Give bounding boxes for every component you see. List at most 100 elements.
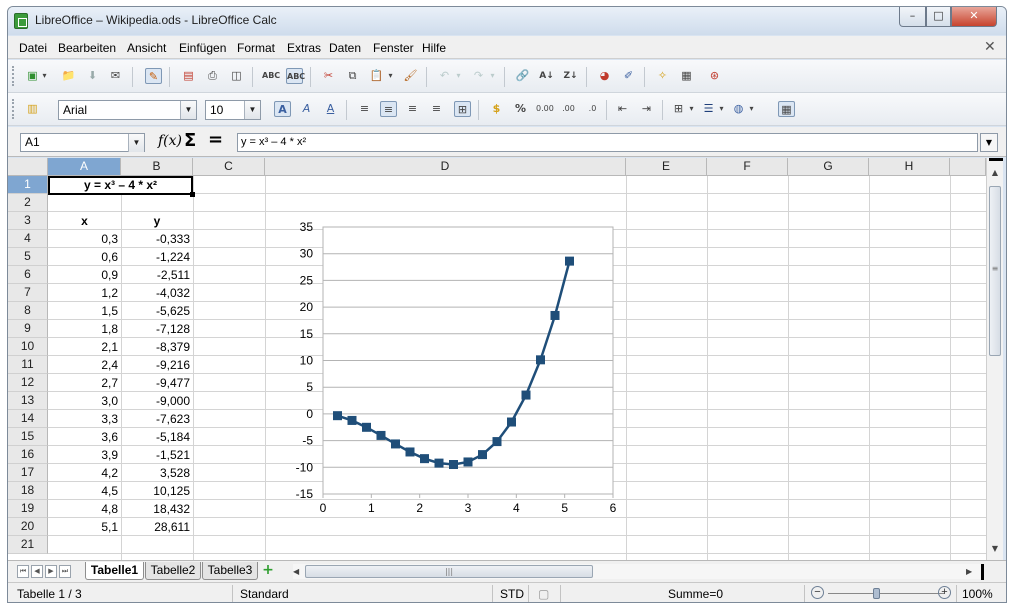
y-value-cell[interactable]: -8,379: [121, 338, 193, 356]
scroll-up-icon[interactable]: ▲: [987, 168, 1003, 182]
select-all-corner[interactable]: [8, 158, 48, 176]
line-style-icon[interactable]: ☰: [700, 101, 717, 117]
menu-einfuegen[interactable]: Einfügen: [179, 41, 226, 55]
justify-icon[interactable]: ≡: [428, 101, 445, 117]
new-document-icon[interactable]: ▣: [24, 68, 41, 84]
align-right-icon[interactable]: ≡: [404, 101, 421, 117]
function-icon[interactable]: =: [208, 129, 223, 150]
x-value-cell[interactable]: 2,7: [48, 374, 121, 392]
row-header-7[interactable]: 7: [8, 284, 48, 302]
cell-a3-x-header[interactable]: x: [48, 212, 121, 230]
x-value-cell[interactable]: 3,6: [48, 428, 121, 446]
row-header-5[interactable]: 5: [8, 248, 48, 266]
status-page-style[interactable]: Standard: [240, 587, 289, 601]
toolbar-grip[interactable]: [12, 66, 15, 86]
column-header-a[interactable]: A: [48, 158, 121, 176]
status-selection-mode[interactable]: STD: [500, 587, 524, 601]
edit-file-icon[interactable]: ✎: [145, 68, 162, 84]
underline-icon[interactable]: A: [322, 101, 339, 117]
clone-formatting-icon[interactable]: 🖌: [402, 68, 419, 84]
print-icon[interactable]: ⎙: [204, 68, 221, 84]
column-header-partial[interactable]: [950, 158, 986, 176]
italic-icon[interactable]: A: [298, 101, 315, 117]
menu-datei[interactable]: Datei: [19, 41, 47, 55]
row-header-12[interactable]: 12: [8, 374, 48, 392]
borders-dropdown-icon[interactable]: ▾: [687, 101, 696, 117]
row-header-18[interactable]: 18: [8, 482, 48, 500]
add-decimal-icon[interactable]: .00: [560, 101, 577, 117]
y-value-cell[interactable]: -9,477: [121, 374, 193, 392]
align-center-icon[interactable]: ≡: [380, 101, 397, 117]
paste-dropdown-icon[interactable]: ▾: [386, 68, 395, 84]
new-dropdown-icon[interactable]: ▾: [40, 68, 49, 84]
row-header-3[interactable]: 3: [8, 212, 48, 230]
tab-tabelle1[interactable]: Tabelle1: [85, 562, 144, 580]
borders-icon[interactable]: ⊞: [670, 101, 687, 117]
column-header-c[interactable]: C: [193, 158, 265, 176]
scroll-down-icon[interactable]: ▼: [987, 544, 1003, 558]
row-header-8[interactable]: 8: [8, 302, 48, 320]
row-header-20[interactable]: 20: [8, 518, 48, 536]
close-window-button[interactable]: ✕: [951, 7, 997, 27]
cut-icon[interactable]: ✂: [320, 68, 337, 84]
show-draw-functions-icon[interactable]: ✐: [620, 68, 637, 84]
y-value-cell[interactable]: -5,625: [121, 302, 193, 320]
x-value-cell[interactable]: 5,1: [48, 518, 121, 536]
column-header-d[interactable]: D: [265, 158, 626, 176]
chevron-down-icon[interactable]: ▼: [128, 134, 144, 152]
paste-icon[interactable]: 📋: [368, 68, 385, 84]
tab-tabelle3[interactable]: Tabelle3: [202, 562, 258, 580]
first-sheet-icon[interactable]: ⏮: [17, 565, 29, 578]
x-value-cell[interactable]: 0,6: [48, 248, 121, 266]
next-sheet-icon[interactable]: ▶: [45, 565, 57, 578]
y-value-cell[interactable]: 28,611: [121, 518, 193, 536]
spellcheck-icon[interactable]: ABC: [262, 68, 280, 84]
hyperlink-icon[interactable]: 🔗: [514, 68, 531, 84]
undo-icon[interactable]: ↶: [436, 68, 453, 84]
background-color-dropdown-icon[interactable]: ▾: [747, 101, 756, 117]
menu-daten[interactable]: Daten: [329, 41, 361, 55]
zoom-slider-thumb[interactable]: [873, 588, 880, 599]
row-header-13[interactable]: 13: [8, 392, 48, 410]
column-header-g[interactable]: G: [788, 158, 869, 176]
sort-ascending-icon[interactable]: A↓: [538, 68, 555, 84]
add-sheet-button[interactable]: +: [260, 563, 276, 579]
navigator-icon[interactable]: ✧: [654, 68, 671, 84]
insert-chart-icon[interactable]: ◕: [596, 68, 613, 84]
x-value-cell[interactable]: 2,4: [48, 356, 121, 374]
zoom-in-button[interactable]: +: [938, 586, 951, 599]
standard-format-icon[interactable]: 0.00: [536, 101, 554, 117]
vertical-split-handle[interactable]: [989, 158, 1003, 161]
row-header-10[interactable]: 10: [8, 338, 48, 356]
x-value-cell[interactable]: 3,0: [48, 392, 121, 410]
row-header-11[interactable]: 11: [8, 356, 48, 374]
x-value-cell[interactable]: 1,8: [48, 320, 121, 338]
y-value-cell[interactable]: -5,184: [121, 428, 193, 446]
percent-format-icon[interactable]: %: [512, 101, 529, 117]
row-header-6[interactable]: 6: [8, 266, 48, 284]
row-header-16[interactable]: 16: [8, 446, 48, 464]
previous-sheet-icon[interactable]: ◀: [31, 565, 43, 578]
bold-icon[interactable]: A: [274, 101, 291, 117]
gallery-icon[interactable]: ▦: [678, 68, 695, 84]
menu-hilfe[interactable]: Hilfe: [422, 41, 446, 55]
row-header-9[interactable]: 9: [8, 320, 48, 338]
tab-tabelle2[interactable]: Tabelle2: [145, 562, 201, 580]
row-header-17[interactable]: 17: [8, 464, 48, 482]
y-value-cell[interactable]: -4,032: [121, 284, 193, 302]
export-pdf-icon[interactable]: ▤: [180, 68, 197, 84]
x-value-cell[interactable]: 0,3: [48, 230, 121, 248]
function-wizard-icon[interactable]: f(x): [158, 133, 182, 149]
align-left-icon[interactable]: ≡: [356, 101, 373, 117]
y-value-cell[interactable]: -9,216: [121, 356, 193, 374]
undo-dropdown-icon[interactable]: ▾: [454, 68, 463, 84]
x-value-cell[interactable]: 2,1: [48, 338, 121, 356]
x-value-cell[interactable]: 4,8: [48, 500, 121, 518]
chevron-down-icon[interactable]: ▼: [244, 101, 260, 119]
row-header-2[interactable]: 2: [8, 194, 48, 212]
open-icon[interactable]: 📁: [60, 68, 77, 84]
menu-fenster[interactable]: Fenster: [373, 41, 414, 55]
scroll-left-icon[interactable]: ◀: [293, 564, 305, 579]
row-header-4[interactable]: 4: [8, 230, 48, 248]
y-value-cell[interactable]: -9,000: [121, 392, 193, 410]
